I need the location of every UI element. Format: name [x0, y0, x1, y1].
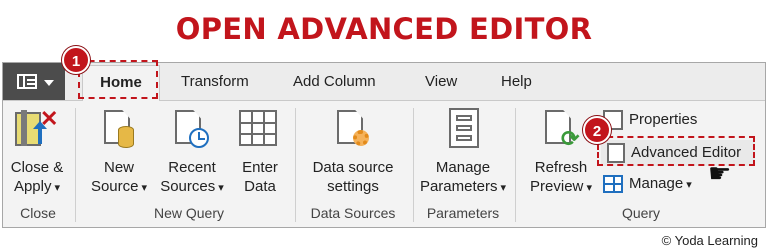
- recent-sources-button[interactable]: Recent Sources: [155, 158, 229, 198]
- group-label-close: Close: [20, 205, 56, 221]
- properties-label: Properties: [629, 111, 698, 128]
- manage-label: Manage: [629, 175, 692, 192]
- recent-sources-label-1: Recent: [168, 159, 216, 176]
- tab-transform[interactable]: Transform: [181, 73, 249, 90]
- hand-cursor-icon: ☛: [708, 158, 732, 188]
- parameters-icon: [449, 108, 483, 152]
- copyright-credit: © Yoda Learning: [661, 233, 758, 248]
- refresh-icon: ⟳: [543, 110, 585, 154]
- new-source-label-2: Source: [87, 177, 151, 198]
- enter-data-label-2: Data: [244, 178, 276, 195]
- file-menu-button[interactable]: [3, 63, 65, 100]
- data-source-settings-button[interactable]: Data source settings: [301, 158, 405, 196]
- page-title: OPEN ADVANCED EDITOR: [175, 12, 593, 46]
- tab-view[interactable]: View: [425, 73, 457, 90]
- group-separator: [295, 108, 296, 222]
- tab-help[interactable]: Help: [501, 73, 532, 90]
- close-apply-button[interactable]: Close & Apply: [6, 158, 68, 198]
- enter-data-label-1: Enter: [242, 159, 278, 176]
- new-source-label-1: New: [103, 159, 134, 176]
- home-tab-highlight: [78, 60, 158, 99]
- refresh-preview-button[interactable]: Refresh Preview: [525, 158, 597, 198]
- close-apply-icon: ✕: [13, 108, 58, 150]
- step-badge-2: 2: [583, 116, 611, 144]
- group-label-data-sources: Data Sources: [310, 205, 396, 221]
- group-label-query: Query: [621, 205, 661, 221]
- table-icon: [239, 110, 279, 150]
- manage-icon: [603, 175, 623, 193]
- new-source-icon: [102, 110, 142, 154]
- data-source-settings-label-1: Data source: [312, 159, 394, 176]
- chevron-down-icon: [44, 80, 54, 86]
- group-label-parameters: Parameters: [426, 205, 500, 221]
- manage-parameters-button[interactable]: Manage Parameters: [415, 158, 511, 198]
- group-separator: [413, 108, 414, 222]
- file-menu-icon: [17, 74, 37, 89]
- step-badge-1: 1: [62, 46, 90, 74]
- tab-add-column[interactable]: Add Column: [293, 73, 376, 90]
- manage-parameters-label-1: Manage: [435, 159, 491, 176]
- group-separator: [515, 108, 516, 222]
- recent-sources-label-2: Sources: [155, 177, 229, 198]
- refresh-preview-label-1: Refresh: [534, 159, 588, 176]
- manage-parameters-label-2: Parameters: [415, 177, 511, 198]
- refresh-preview-label-2: Preview: [525, 177, 597, 198]
- new-source-button[interactable]: New Source: [87, 158, 151, 198]
- data-source-settings-icon: [335, 110, 375, 154]
- group-separator: [75, 108, 76, 222]
- data-source-settings-label-2: settings: [327, 178, 379, 195]
- group-label-new-query: New Query: [153, 205, 225, 221]
- close-apply-label-2: Apply: [6, 177, 68, 198]
- enter-data-button[interactable]: Enter Data: [233, 158, 287, 196]
- close-apply-label-1: Close &: [10, 159, 64, 176]
- recent-sources-icon: [173, 110, 213, 154]
